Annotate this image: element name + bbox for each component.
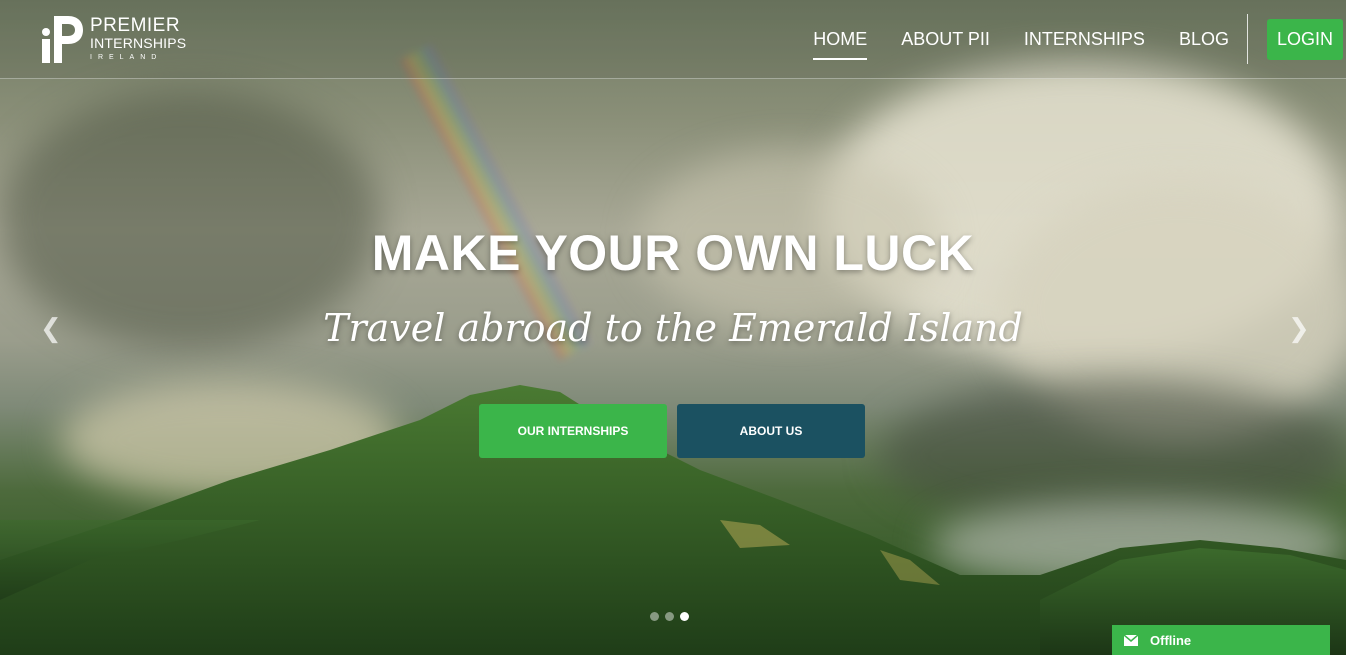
- nav-blog[interactable]: BLOG: [1179, 21, 1229, 58]
- logo-wordmark: PREMIER INTERNSHIPS IRELAND: [90, 16, 186, 61]
- hero-headline: MAKE YOUR OWN LUCK: [371, 225, 975, 281]
- logo-mark-icon: [42, 16, 83, 63]
- logo-line-ireland: IRELAND: [90, 54, 163, 61]
- carousel-dot-1[interactable]: [650, 612, 659, 621]
- envelope-icon: [1124, 634, 1138, 646]
- hero-banner: PREMIER INTERNSHIPS IRELAND HOME ABOUT P…: [0, 0, 1346, 655]
- chat-status: Offline: [1150, 632, 1192, 648]
- about-us-button[interactable]: ABOUT US: [677, 404, 865, 458]
- our-internships-button[interactable]: OUR INTERNSHIPS: [479, 404, 667, 458]
- nav-internships[interactable]: INTERNSHIPS: [1024, 21, 1145, 58]
- logo-line-internships: INTERNSHIPS: [90, 35, 187, 51]
- nav-divider: [1246, 14, 1248, 64]
- main-nav: HOME ABOUT PII INTERNSHIPS BLOG LOGIN: [813, 0, 1346, 78]
- carousel-dots: [650, 612, 689, 621]
- chat-widget[interactable]: Offline: [1112, 625, 1330, 655]
- carousel-dot-3[interactable]: [680, 612, 689, 621]
- top-navigation-bar: PREMIER INTERNSHIPS IRELAND HOME ABOUT P…: [0, 0, 1346, 79]
- chevron-left-icon[interactable]: ❮: [40, 314, 62, 344]
- site-logo[interactable]: PREMIER INTERNSHIPS IRELAND: [40, 12, 200, 68]
- logo-line-premier: PREMIER: [90, 15, 181, 36]
- chevron-right-icon[interactable]: ❯: [1288, 314, 1310, 344]
- login-button[interactable]: LOGIN: [1266, 18, 1343, 60]
- nav-about-pii[interactable]: ABOUT PII: [901, 21, 990, 58]
- carousel-dot-2[interactable]: [665, 612, 674, 621]
- hero-tagline: Travel abroad to the Emerald Island: [323, 306, 1023, 350]
- nav-home[interactable]: HOME: [813, 21, 868, 60]
